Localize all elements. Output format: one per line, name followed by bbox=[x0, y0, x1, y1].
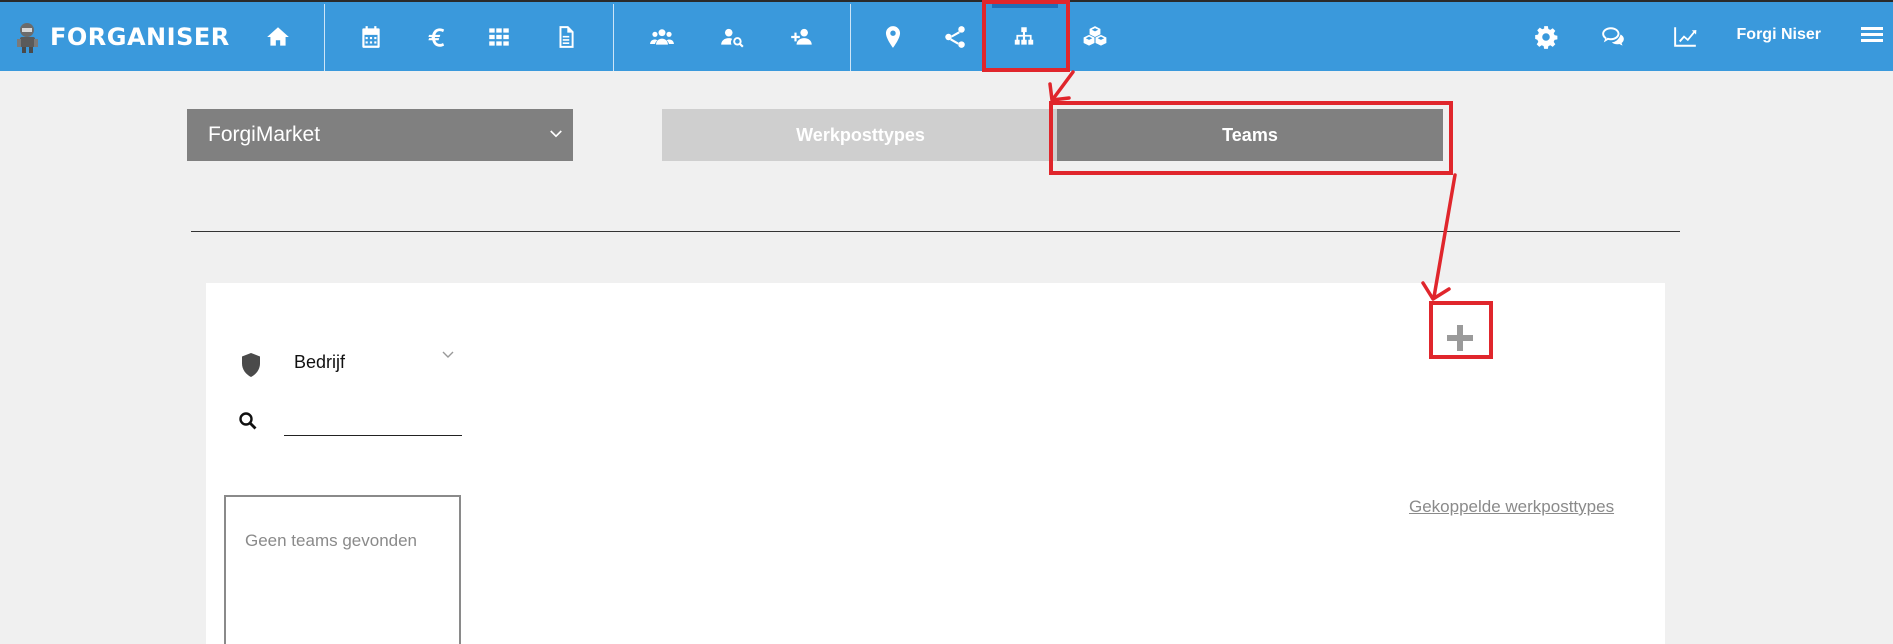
nav-employees[interactable] bbox=[634, 2, 690, 71]
user-name[interactable]: Forgi Niser bbox=[1737, 26, 1821, 44]
nav-user-search[interactable] bbox=[704, 2, 760, 71]
top-navigation-bar: FORGANISER Forgi Niser bbox=[0, 0, 1893, 71]
nav-locations[interactable] bbox=[865, 2, 921, 71]
share-icon bbox=[945, 25, 965, 48]
nav-grid[interactable] bbox=[471, 2, 527, 71]
org-chart-icon bbox=[1014, 26, 1034, 45]
nav-finance[interactable] bbox=[408, 2, 464, 71]
shield-icon bbox=[242, 353, 260, 377]
hamburger-menu-icon[interactable] bbox=[1861, 24, 1883, 46]
nav-separator bbox=[850, 4, 851, 71]
home-icon bbox=[267, 26, 289, 46]
chat-icon bbox=[1602, 26, 1624, 46]
grid-icon bbox=[489, 27, 509, 46]
robot-logo-icon bbox=[17, 23, 38, 53]
euro-icon bbox=[428, 27, 445, 47]
company-select-value: ForgiMarket bbox=[208, 123, 321, 146]
plus-icon bbox=[1447, 325, 1473, 351]
nav-calendar[interactable] bbox=[343, 2, 399, 71]
tab-teams[interactable]: Teams bbox=[1057, 109, 1443, 161]
tab-werkposttypes[interactable]: Werkposttypes bbox=[662, 109, 1059, 161]
filter-label: Bedrijf bbox=[294, 352, 346, 372]
brand-name: FORGANISER bbox=[50, 23, 230, 51]
empty-teams-message: Geen teams gevonden bbox=[245, 531, 418, 550]
nav-messages[interactable] bbox=[1585, 2, 1641, 71]
nav-organisation[interactable] bbox=[996, 2, 1052, 71]
nav-separator bbox=[324, 4, 325, 71]
filter-chevron-down-icon[interactable] bbox=[440, 346, 456, 362]
document-icon bbox=[559, 25, 574, 48]
chevron-down-icon bbox=[550, 130, 562, 138]
add-team-button[interactable] bbox=[1444, 322, 1476, 354]
user-add-icon bbox=[791, 28, 812, 45]
gear-icon bbox=[1535, 25, 1558, 49]
nav-documents[interactable] bbox=[538, 2, 594, 71]
nav-statistics[interactable] bbox=[1657, 2, 1713, 71]
users-group-icon bbox=[650, 28, 674, 45]
nav-share[interactable] bbox=[927, 2, 983, 71]
brand-logo[interactable]: FORGANISER bbox=[12, 18, 230, 56]
nav-user-add[interactable] bbox=[774, 2, 830, 71]
user-search-icon bbox=[721, 28, 744, 48]
chart-line-icon bbox=[1674, 26, 1697, 47]
search-icon bbox=[239, 412, 257, 430]
search-input[interactable] bbox=[284, 410, 462, 436]
nav-inventory[interactable] bbox=[1067, 2, 1123, 71]
boxes-icon bbox=[1083, 25, 1107, 46]
nav-settings[interactable] bbox=[1518, 2, 1574, 71]
calendar-icon bbox=[362, 25, 380, 48]
nav-separator bbox=[613, 4, 614, 71]
section-divider bbox=[191, 231, 1680, 232]
location-pin-icon bbox=[885, 25, 901, 48]
teams-list bbox=[224, 495, 461, 644]
nav-home[interactable] bbox=[250, 2, 306, 71]
linked-werkposttypes-link[interactable]: Gekoppelde werkposttypes bbox=[1409, 497, 1614, 517]
company-select[interactable]: ForgiMarket bbox=[187, 109, 573, 161]
